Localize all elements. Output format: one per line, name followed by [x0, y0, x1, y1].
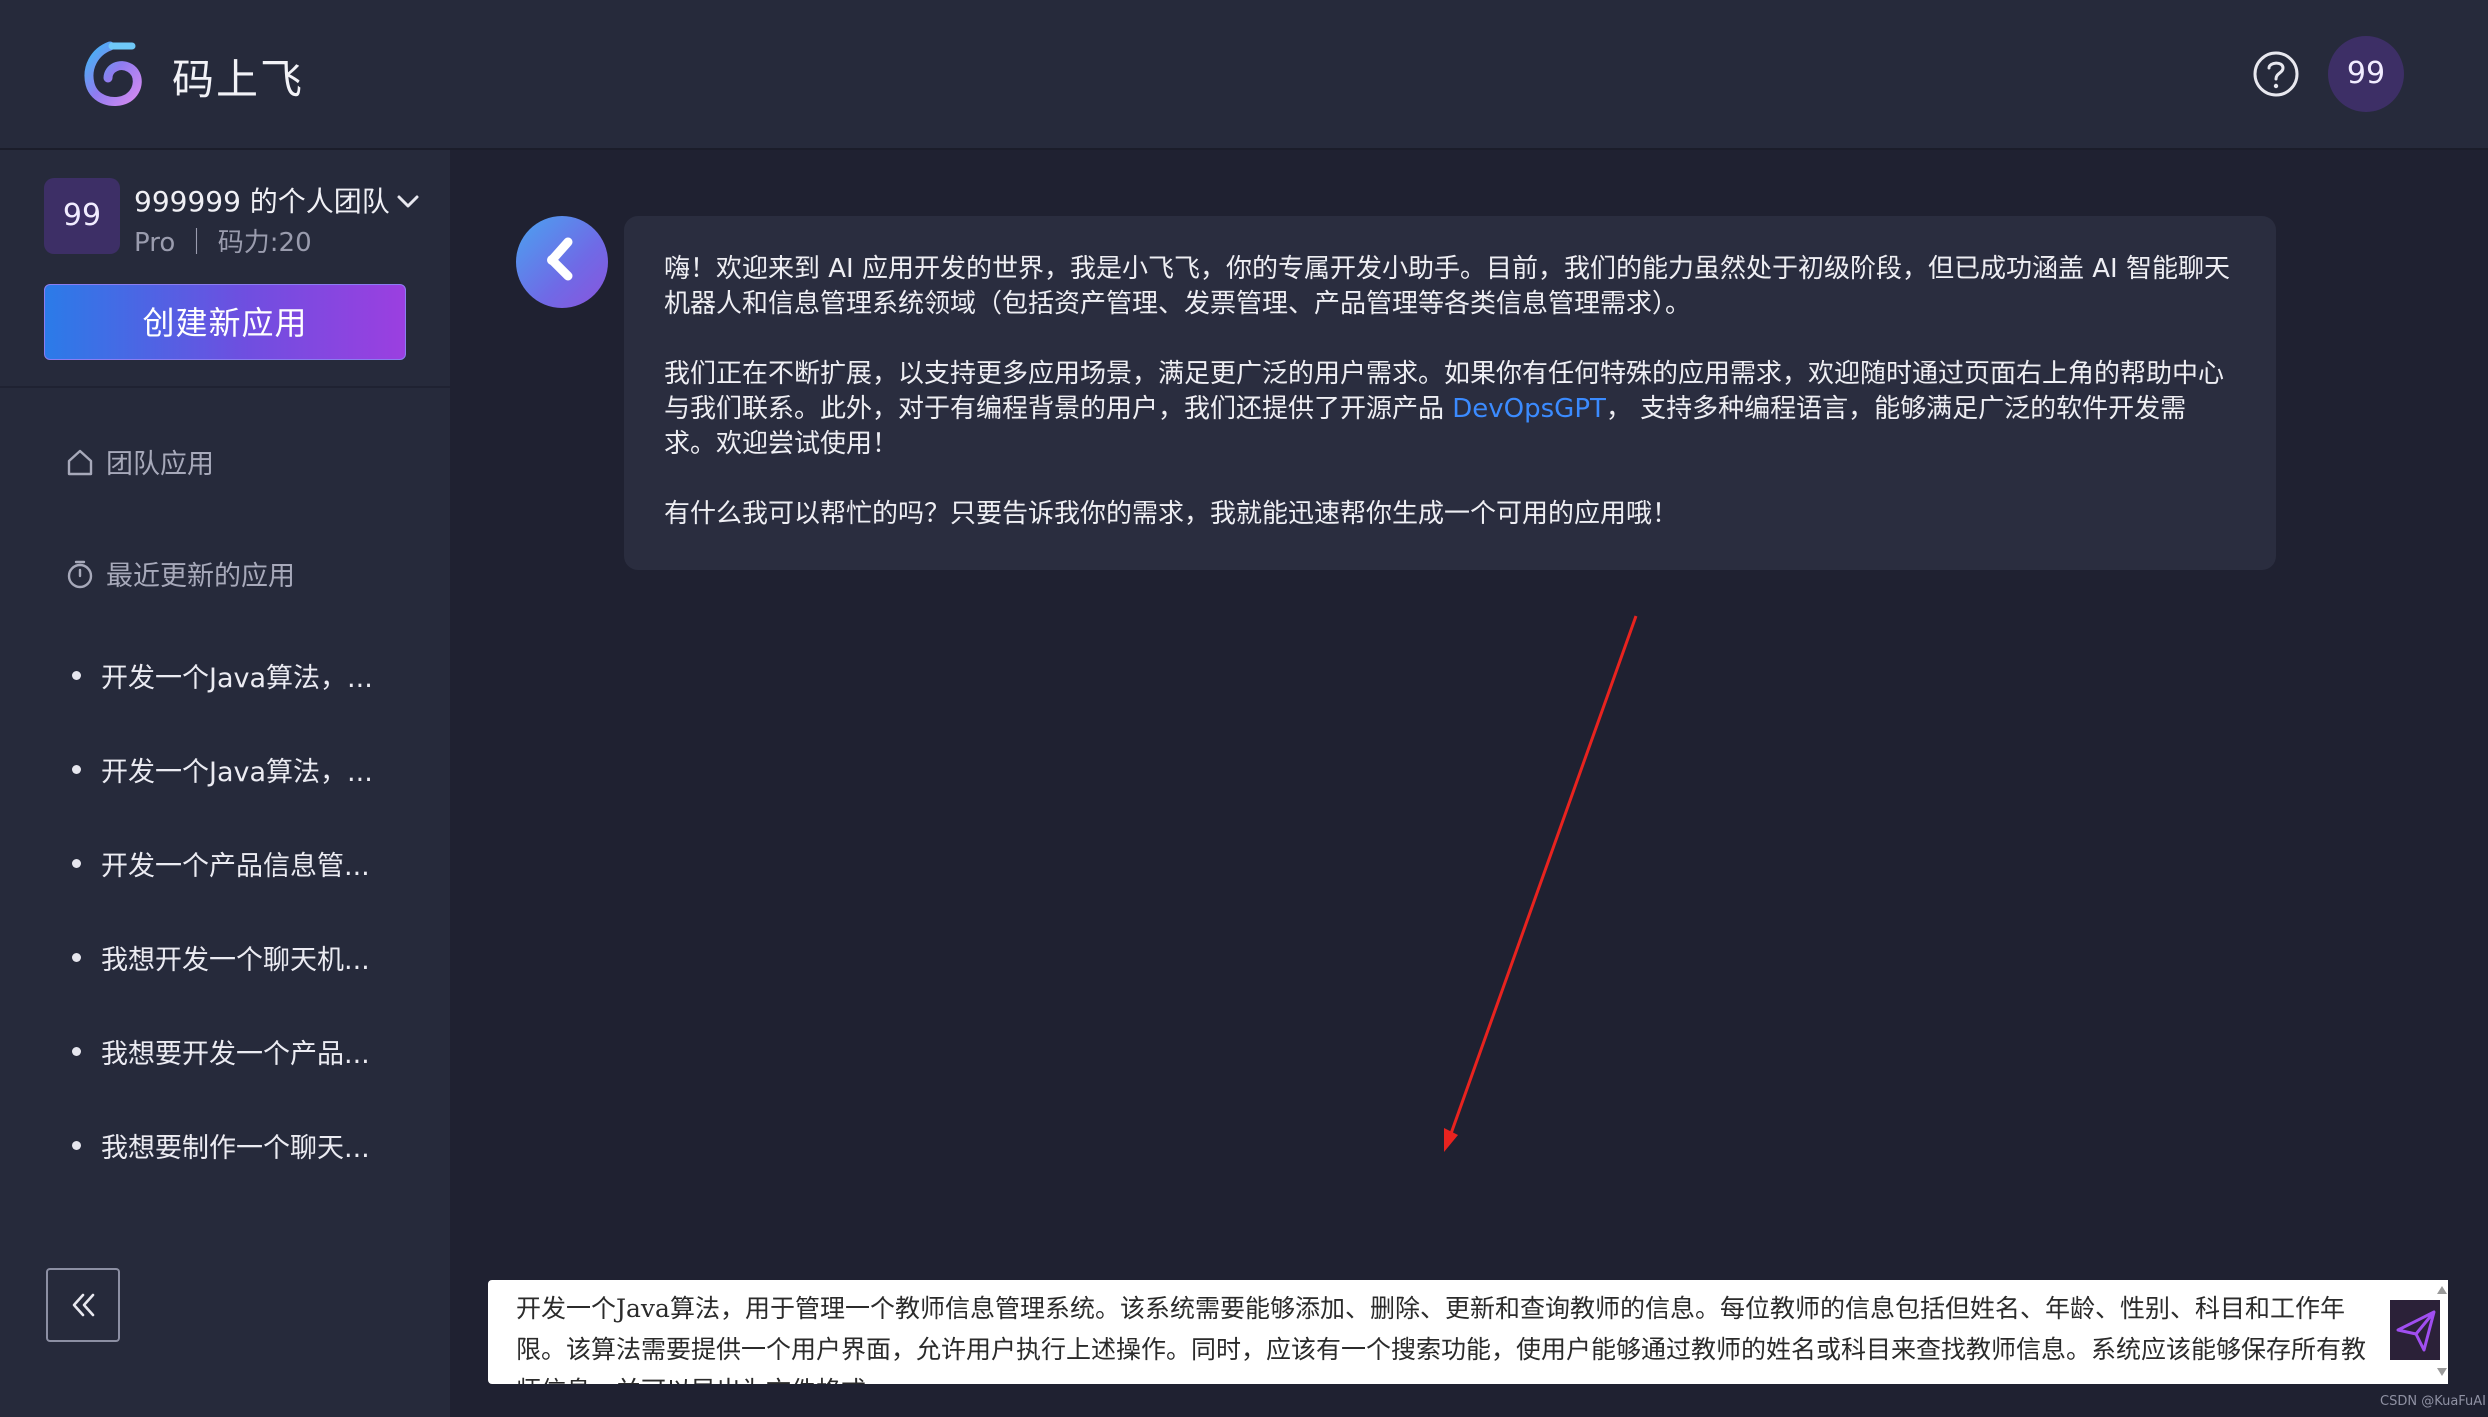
- recent-apps-list: 开发一个Java算法，... 开发一个Java算法，... 开发一个产品信息管.…: [72, 638, 373, 1202]
- collapse-sidebar-button[interactable]: [46, 1268, 120, 1342]
- team-name[interactable]: 999999 的个人团队: [134, 180, 390, 220]
- message-paragraph: 我们正在不断扩展，以支持更多应用场景，满足更广泛的用户需求。如果你有任何特殊的应…: [664, 357, 2236, 462]
- team-panel: 99 999999 的个人团队 Pro ｜ 码力:20 创建新应用: [0, 150, 450, 388]
- create-app-button[interactable]: 创建新应用: [44, 284, 406, 360]
- nav-team-apps[interactable]: 团队应用: [64, 442, 214, 481]
- assistant-message: 嗨！欢迎来到 AI 应用开发的世界，我是小飞飞，你的专属开发小助手。目前，我们的…: [624, 216, 2276, 570]
- home-icon: [67, 449, 93, 475]
- brand-name: 码上飞: [172, 55, 305, 104]
- recent-app-item[interactable]: 我想要制作一个聊天...: [72, 1108, 373, 1202]
- bullet-icon: [72, 764, 81, 774]
- recent-app-item[interactable]: 开发一个Java算法，...: [72, 638, 373, 732]
- watermark: CSDN @KuaFuAI: [2380, 1394, 2487, 1409]
- team-avatar: 99: [44, 178, 120, 254]
- message-paragraph: 有什么我可以帮忙的吗？只要告诉我你的需求，我就能迅速帮你生成一个可用的应用哦！: [664, 499, 1679, 529]
- bullet-icon: [72, 952, 81, 962]
- chat-area: 嗨！欢迎来到 AI 应用开发的世界，我是小飞飞，你的专属开发小助手。目前，我们的…: [452, 150, 2488, 1417]
- bullet-icon: [72, 670, 81, 680]
- app-header: 码上飞 99: [0, 0, 2488, 150]
- assistant-logo-icon: [547, 237, 573, 281]
- nav-recent-apps-label: 最近更新的应用: [106, 561, 295, 592]
- nav-team-apps-label: 团队应用: [106, 449, 214, 480]
- devopsgpt-link[interactable]: DevOpsGPT: [1452, 394, 1606, 424]
- assistant-avatar: [516, 216, 608, 308]
- double-chevron-left-icon: [72, 1293, 95, 1317]
- bullet-icon: [72, 1140, 81, 1150]
- team-plan-meta: Pro ｜ 码力:20: [134, 228, 312, 258]
- brand-logo-icon[interactable]: [80, 40, 144, 108]
- recent-app-item[interactable]: 开发一个Java算法，...: [72, 732, 373, 826]
- bullet-icon: [72, 1046, 81, 1056]
- clock-icon: [67, 560, 93, 588]
- recent-app-item[interactable]: 开发一个产品信息管...: [72, 826, 373, 920]
- recent-app-item[interactable]: 我想要开发一个产品...: [72, 1014, 373, 1108]
- input-scrollbar[interactable]: [2436, 1282, 2448, 1382]
- prompt-input[interactable]: 开发一个Java算法，用于管理一个教师信息管理系统。该系统需要能够添加、删除、更…: [488, 1280, 2446, 1384]
- nav-recent-apps[interactable]: 最近更新的应用: [64, 554, 295, 593]
- message-paragraph: 嗨！欢迎来到 AI 应用开发的世界，我是小飞飞，你的专属开发小助手。目前，我们的…: [664, 254, 2230, 319]
- chevron-down-icon[interactable]: [392, 186, 424, 218]
- help-circle-icon[interactable]: [2252, 50, 2300, 98]
- recent-app-item[interactable]: 我想开发一个聊天机...: [72, 920, 373, 1014]
- user-avatar[interactable]: 99: [2328, 36, 2404, 112]
- bullet-icon: [72, 858, 81, 868]
- sidebar: 99 999999 的个人团队 Pro ｜ 码力:20 创建新应用 团队应用 最…: [0, 150, 450, 1417]
- send-icon: [2390, 1300, 2440, 1360]
